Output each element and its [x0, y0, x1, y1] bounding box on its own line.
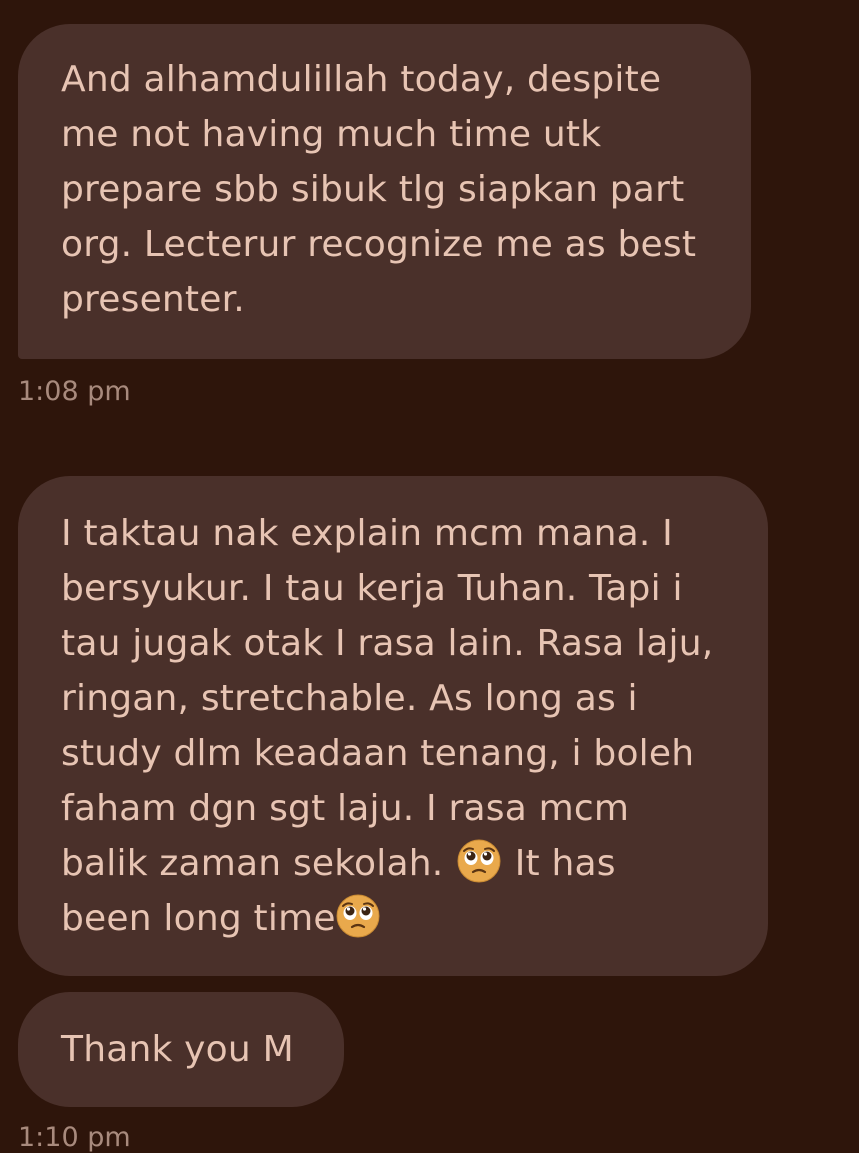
message-text: balik zaman sekolah.: [61, 843, 444, 884]
message-line: faham dgn sgt laju. I rasa mcm: [61, 788, 630, 829]
pleading-face-icon: [457, 839, 501, 883]
message-bubble-1[interactable]: And alhamdulillah today, despite me not …: [18, 24, 751, 359]
message-line: I taktau nak explain mcm mana. I: [61, 513, 673, 554]
message-timestamp: 1:08 pm: [18, 376, 131, 407]
message-line: me not having much time utk: [61, 114, 602, 155]
message-line: And alhamdulillah today, despite: [61, 59, 662, 100]
message-timestamp: 1:10 pm: [18, 1122, 131, 1153]
message-line: prepare sbb sibuk tlg siapkan part: [61, 169, 685, 210]
message-line: presenter.: [61, 279, 245, 320]
message-line: ringan, stretchable. As long as i: [61, 678, 638, 719]
pleading-face-icon: [336, 894, 380, 938]
message-bubble-2[interactable]: I taktau nak explain mcm mana. I bersyuk…: [18, 476, 768, 976]
message-line: tau jugak otak I rasa lain. Rasa laju,: [61, 623, 714, 664]
message-line: Thank you M: [61, 1029, 294, 1070]
message-line-with-emoji: balik zaman sekolah. It has: [61, 836, 728, 891]
message-text: been long time: [61, 898, 336, 939]
message-line: bersyukur. I tau kerja Tuhan. Tapi i: [61, 568, 683, 609]
message-bubble-3[interactable]: Thank you M: [18, 992, 344, 1107]
message-line-with-emoji: been long time: [61, 891, 728, 946]
message-line: org. Lecterur recognize me as best: [61, 224, 697, 265]
message-text: It has: [514, 843, 616, 884]
message-line: study dlm keadaan tenang, i boleh: [61, 733, 695, 774]
